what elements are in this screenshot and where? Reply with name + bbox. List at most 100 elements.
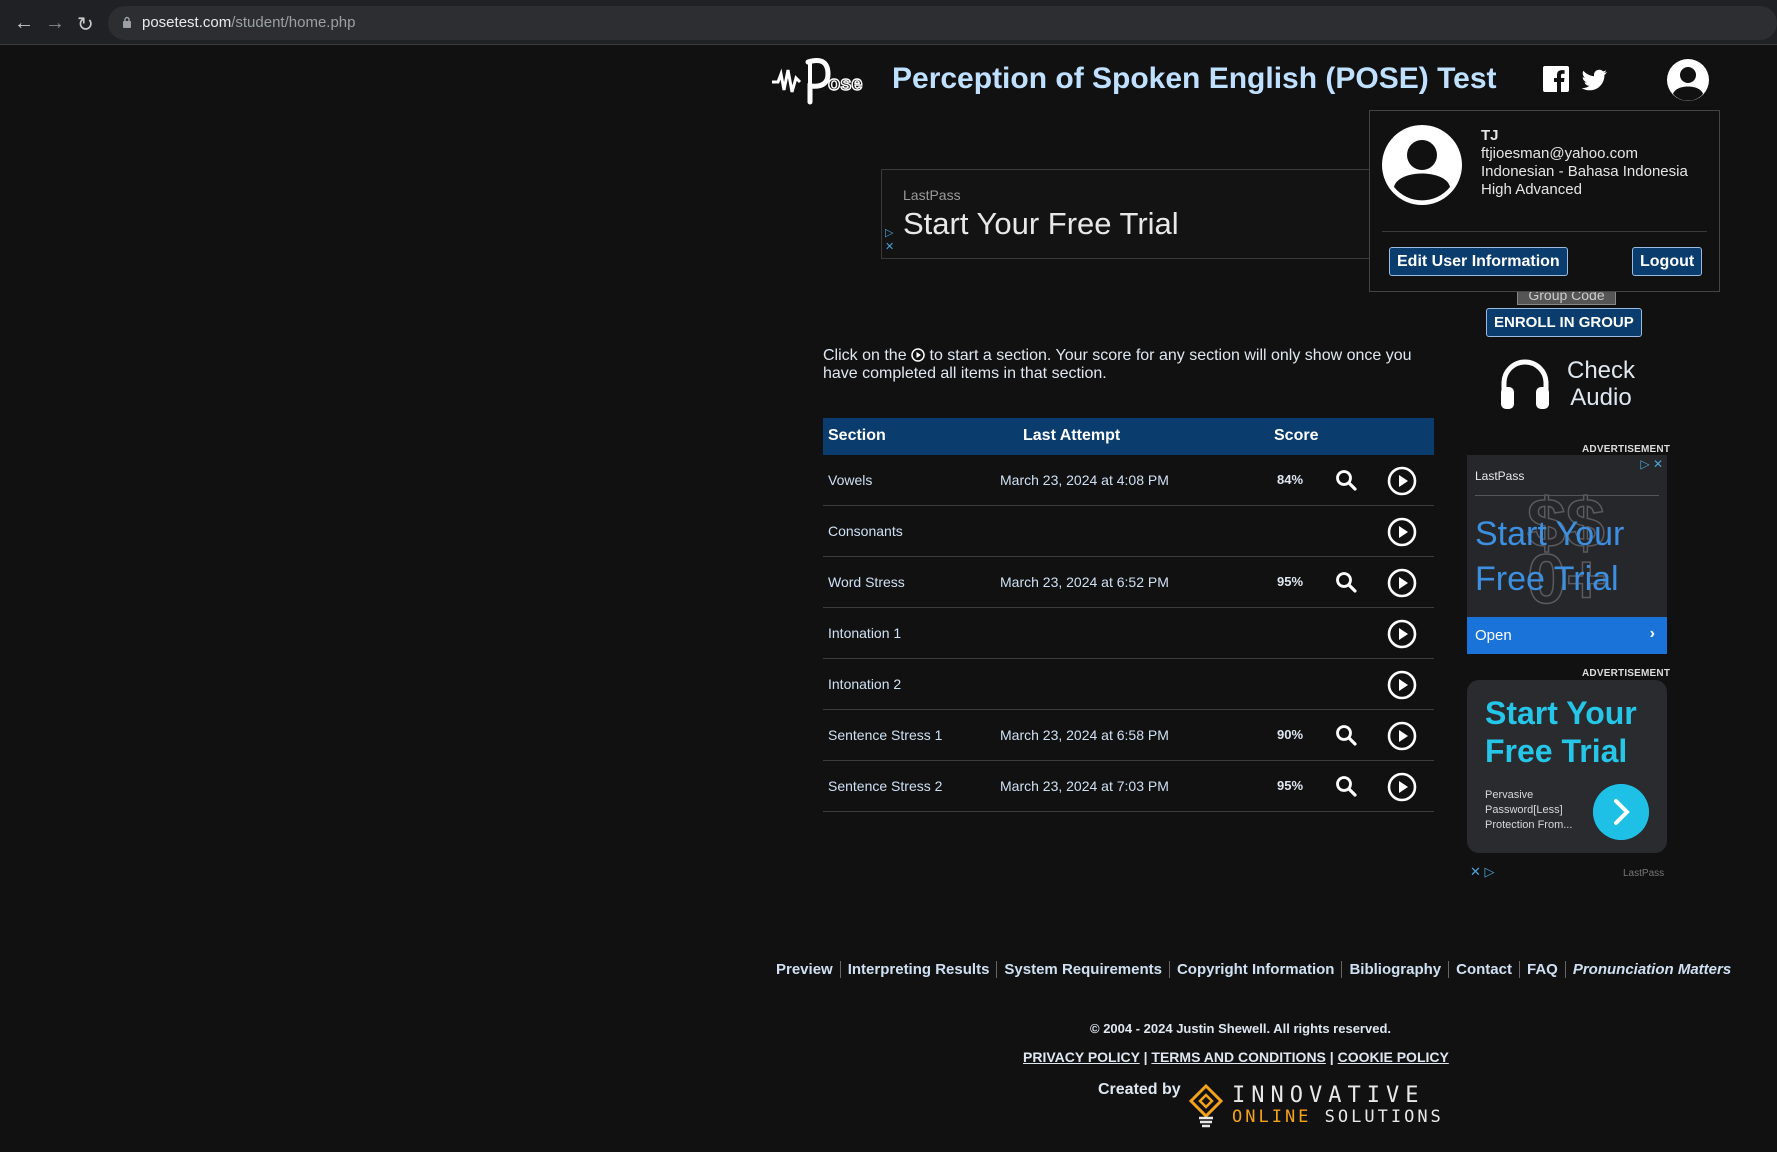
table-row: Sentence Stress 2 March 23, 2024 at 7:03 …	[823, 761, 1434, 812]
headphones-icon	[1501, 359, 1549, 409]
score: 90%	[1277, 727, 1304, 742]
created-by-label: Created by	[1098, 1081, 1181, 1098]
score: 84%	[1277, 472, 1304, 487]
magnifier-icon[interactable]	[1335, 775, 1357, 797]
pose-logo[interactable]: ose	[770, 52, 870, 108]
table-body: Vowels March 23, 2024 at 4:08 PM 84% Conson…	[823, 455, 1434, 812]
policy-links: PRIVACY POLICY | TERMS AND CONDITIONS | …	[1023, 1049, 1449, 1065]
table-row: Vowels March 23, 2024 at 4:08 PM 84%	[823, 455, 1434, 506]
lock-icon	[123, 16, 131, 28]
column-header-last-attempt: Last Attempt	[1023, 427, 1121, 444]
footer-link-contact[interactable]: Contact	[1449, 961, 1520, 978]
twitter-icon[interactable]	[1582, 66, 1610, 92]
last-attempt: March 23, 2024 at 6:52 PM	[1000, 574, 1169, 590]
company-name-line1: INNOVATIVE	[1232, 1083, 1425, 1108]
play-circle-icon[interactable]	[1387, 568, 1417, 598]
url-text: posetest.com/student/home.php	[142, 14, 356, 31]
footer-link-faq[interactable]: FAQ	[1520, 961, 1566, 978]
adchoices-icon[interactable]: ▷ ✕	[885, 226, 894, 254]
address-bar[interactable]: posetest.com/student/home.php	[108, 6, 1777, 40]
section-name: Vowels	[828, 472, 873, 488]
play-circle-icon[interactable]	[1387, 619, 1417, 649]
innovative-online-solutions-logo[interactable]: INNOVATIVE ONLINE SOLUTIONS	[1186, 1083, 1441, 1136]
terms-link[interactable]: TERMS AND CONDITIONS	[1151, 1049, 1325, 1065]
check-audio-label: Check Audio	[1566, 357, 1636, 411]
last-attempt: March 23, 2024 at 6:58 PM	[1000, 727, 1169, 743]
table-row: Intonation 2	[823, 659, 1434, 710]
back-arrow-icon[interactable]: ←	[14, 12, 34, 35]
section-name: Word Stress	[828, 574, 905, 590]
footer-link-preview[interactable]: Preview	[776, 961, 841, 978]
privacy-policy-link[interactable]: PRIVACY POLICY	[1023, 1049, 1140, 1065]
table-row: Intonation 1	[823, 608, 1434, 659]
company-name-line2: ONLINE SOLUTIONS	[1232, 1107, 1444, 1127]
table-header: Section Last Attempt Score	[823, 418, 1434, 455]
cookie-policy-link[interactable]: COOKIE POLICY	[1338, 1049, 1449, 1065]
last-attempt: March 23, 2024 at 4:08 PM	[1000, 472, 1169, 488]
ad-headline: Start Your Free Trial	[903, 206, 1179, 241]
footer-link-interpreting-results[interactable]: Interpreting Results	[841, 961, 998, 978]
advertisement-label: ADVERTISEMENT	[1582, 668, 1671, 679]
section-name: Consonants	[828, 523, 903, 539]
lightbulb-icon	[1188, 1083, 1224, 1128]
ad-side-2[interactable]: Start Your Free Trial Pervasive Password…	[1467, 680, 1667, 853]
chevron-right-icon: ›	[1649, 625, 1655, 642]
user-level: High Advanced	[1481, 181, 1582, 198]
user-email: ftjioesman@yahoo.com	[1481, 145, 1638, 162]
play-circle-icon	[911, 348, 925, 362]
magnifier-icon[interactable]	[1335, 571, 1357, 593]
magnifier-icon[interactable]	[1335, 724, 1357, 746]
user-info: TJ ftjioesman@yahoo.com Indonesian - Bah…	[1481, 127, 1688, 199]
footer-link-system-requirements[interactable]: System Requirements	[997, 961, 1170, 978]
column-header-score: Score	[1274, 427, 1319, 444]
reload-icon[interactable]: ↻	[77, 12, 94, 37]
ad-brand: LastPass	[1475, 469, 1525, 483]
user-name: TJ	[1481, 127, 1499, 144]
play-circle-icon[interactable]	[1387, 466, 1417, 496]
forward-arrow-icon[interactable]: →	[45, 12, 65, 35]
user-language: Indonesian - Bahasa Indonesia	[1481, 163, 1688, 180]
ad-open-label: Open	[1475, 627, 1512, 644]
section-name: Intonation 1	[828, 625, 902, 641]
ad-side-1[interactable]: $$ 0+ LastPass ▷ ✕ Start Your Free Trial …	[1467, 455, 1667, 654]
play-circle-icon[interactable]	[1387, 721, 1417, 751]
score: 95%	[1277, 574, 1304, 589]
ad-open-button[interactable]: Open ›	[1467, 617, 1667, 654]
profile-picture-icon	[1382, 125, 1462, 205]
enroll-group-button[interactable]: ENROLL IN GROUP	[1486, 308, 1642, 337]
adchoices-icon[interactable]: ✕ ▷	[1470, 864, 1495, 880]
user-menu-popup: TJ ftjioesman@yahoo.com Indonesian - Bah…	[1369, 110, 1720, 292]
facebook-icon[interactable]	[1543, 66, 1569, 92]
footer-link-pronunciation-matters[interactable]: Pronunciation Matters	[1566, 961, 1738, 978]
edit-user-info-button[interactable]: Edit User Information	[1389, 247, 1568, 276]
last-attempt: March 23, 2024 at 7:03 PM	[1000, 778, 1169, 794]
advertisement-label: ADVERTISEMENT	[1582, 444, 1671, 455]
section-name: Sentence Stress 2	[828, 778, 943, 794]
logout-button[interactable]: Logout	[1632, 247, 1703, 276]
column-header-section: Section	[828, 427, 886, 444]
footer-link-bibliography[interactable]: Bibliography	[1342, 961, 1450, 978]
ad-banner-top[interactable]: LastPass Start Your Free Trial ▷ ✕	[881, 169, 1371, 259]
adchoices-icon[interactable]: ▷ ✕	[1640, 457, 1663, 471]
ad-subtext: Pervasive Password[Less] Protection From…	[1485, 789, 1573, 831]
play-circle-icon[interactable]	[1387, 517, 1417, 547]
svg-text:ose: ose	[828, 73, 862, 95]
check-audio-button[interactable]: Check Audio	[1498, 357, 1648, 416]
score: 95%	[1277, 778, 1304, 793]
play-circle-icon[interactable]	[1387, 670, 1417, 700]
ad-brand: LastPass	[903, 187, 961, 203]
ad-headline: Start Your Free Trial	[1475, 515, 1625, 598]
footer-nav: Preview Interpreting Results System Requir…	[776, 961, 1738, 978]
sections-table: Section Last Attempt Score Vowels March 2…	[823, 418, 1434, 812]
chevron-right-icon[interactable]	[1593, 784, 1649, 840]
footer-link-copyright-information[interactable]: Copyright Information	[1170, 961, 1343, 978]
table-row: Consonants	[823, 506, 1434, 557]
user-avatar-icon[interactable]	[1666, 58, 1710, 102]
divider	[1382, 231, 1707, 232]
instructions-text: Click on the to start a section. Your sc…	[823, 347, 1412, 382]
divider	[1475, 495, 1659, 496]
magnifier-icon[interactable]	[1335, 469, 1357, 491]
play-circle-icon[interactable]	[1387, 772, 1417, 802]
copyright-text: © 2004 - 2024 Justin Shewell. All rights…	[1090, 1021, 1392, 1036]
table-row: Sentence Stress 1 March 23, 2024 at 6:58 …	[823, 710, 1434, 761]
